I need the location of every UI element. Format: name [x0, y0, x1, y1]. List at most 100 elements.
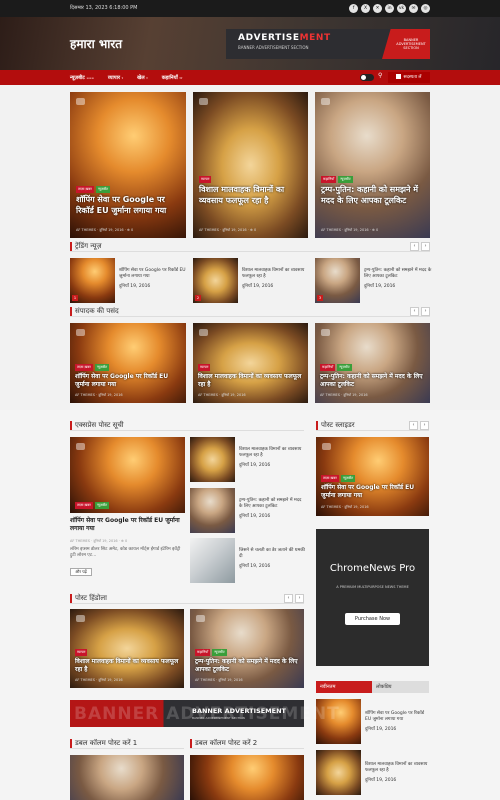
double-col-2-image[interactable]	[190, 755, 304, 800]
editor-card[interactable]: ताज़ा ख़बर न्यूज़बीट शॉपिंग सेवा पर Googl…	[70, 323, 186, 403]
category-tag[interactable]: न्यूज़बीट	[95, 186, 111, 193]
express-header: एक्सप्रेस पोस्ट सूची	[70, 421, 304, 431]
instagram-icon[interactable]: ◎	[421, 4, 430, 13]
nav-item-newsbeat[interactable]: न्यूज़बीट ≡≡≡	[70, 75, 94, 81]
tab-latest[interactable]: नवीनतम	[316, 681, 372, 693]
nav-item-stories[interactable]: कहानियाँ ▾▾	[162, 75, 183, 81]
x-twitter-icon[interactable]: X	[361, 4, 370, 13]
hero-card[interactable]: व्यापार विशाल मालवाहक विमानों का व्यवसाय…	[193, 92, 308, 238]
site-title[interactable]: हमारा भारत	[70, 35, 122, 52]
express-main-image[interactable]: ताज़ा ख़बर न्यूज़बीट	[70, 437, 185, 513]
category-tag[interactable]: ताज़ा ख़बर	[76, 186, 94, 193]
search-icon[interactable]: ⚲	[378, 72, 382, 79]
rank-badge: 1	[72, 295, 78, 301]
category-tag[interactable]: ताज़ा ख़बर	[321, 475, 339, 482]
category-tag[interactable]: ताज़ा ख़बर	[75, 502, 93, 509]
purchase-button[interactable]: Purchase Now	[345, 613, 400, 625]
hero-title[interactable]: विशाल मालवाहक विमानों का व्यवसाय फलफूल र…	[199, 184, 304, 206]
post-title[interactable]: ट्रम्प-पुतिन: कहानी को समझने में मदद के …	[364, 268, 432, 280]
subscribe-button[interactable]: सदस्यता लें	[388, 72, 430, 83]
excerpt-text: लॉरेम इप्सम डोलर सिट अमेट, कोड कायल मॉर्…	[70, 547, 181, 558]
carousel-card[interactable]: कहानियाँ न्यूज़बीट ट्रम्प-पुतिन: कहानी को…	[190, 609, 304, 688]
header-ad-banner[interactable]: ADVERTISEMENT BANNER ADVERTISEMENT SECTI…	[226, 29, 430, 59]
tab-list-item[interactable]: विशाल मालवाहक विमानों का व्यवसाय फलफूल र…	[316, 750, 429, 795]
post-title[interactable]: ट्रम्प-पुतिन: कहानी को समझने में मदद के …	[239, 498, 305, 510]
post-title[interactable]: शॉपिंग सेवा पर Google पर रिकॉर्ड EU जुर्…	[365, 711, 429, 723]
post-thumbnail[interactable]: 2	[193, 258, 238, 303]
mail-icon[interactable]: ✉	[409, 4, 418, 13]
post-thumbnail[interactable]	[190, 437, 235, 482]
post-thumbnail[interactable]: 3	[315, 258, 360, 303]
hero-card[interactable]: कहानियाँ न्यूज़बीट ट्रम्प-पुतिन: कहानी को…	[315, 92, 430, 238]
chromenews-ad[interactable]: ChromeNews Pro A PREMIUM MULTIPURPOSE NE…	[316, 529, 429, 666]
hero-card[interactable]: ताज़ा ख़बर न्यूज़बीट शॉपिंग सेवा पर Googl…	[70, 92, 186, 238]
hero-title[interactable]: ट्रम्प-पुतिन: कहानी को समझने में मदद के …	[321, 184, 426, 206]
editor-card[interactable]: व्यापार विशाल मालवाहक विमानों का व्यवसाय…	[193, 323, 308, 403]
category-tag[interactable]: न्यूज़बीट	[340, 475, 356, 482]
category-tag[interactable]: न्यूज़बीट	[94, 364, 110, 371]
trending-item[interactable]: 3 ट्रम्प-पुतिन: कहानी को समझने में मदद क…	[315, 258, 431, 303]
category-tag[interactable]: न्यूज़बीट	[94, 502, 110, 509]
camera-icon	[322, 443, 331, 450]
express-list-item[interactable]: विशाल मालवाहक विमानों का व्यवसाय फलफूल र…	[190, 437, 304, 482]
dark-mode-toggle[interactable]	[360, 74, 374, 81]
prev-arrow-icon[interactable]: ‹	[410, 242, 419, 251]
tab-popular[interactable]: लोकप्रिय	[372, 681, 429, 693]
post-title[interactable]: शॉपिंग सेवा पर Google पर रिकॉर्ड EU जुर्…	[119, 268, 187, 280]
next-arrow-icon[interactable]: ›	[295, 594, 304, 603]
post-thumbnail[interactable]	[190, 538, 235, 583]
next-arrow-icon[interactable]: ›	[421, 307, 430, 316]
inline-banner-ad[interactable]: BANNER ADVERTISEMENT BANNER ADVERTISEMEN…	[70, 700, 339, 727]
post-title[interactable]: ट्रम्प-पुतिन: कहानी को समझने में मदद के …	[320, 373, 426, 389]
linkedin-icon[interactable]: in	[385, 4, 394, 13]
prev-arrow-icon[interactable]: ‹	[409, 421, 418, 430]
post-thumbnail[interactable]: 1	[70, 258, 115, 303]
category-tag[interactable]: न्यूज़बीट	[337, 364, 352, 371]
post-title[interactable]: शॉपिंग सेवा पर Google पर रिकॉर्ड EU जुर्…	[75, 373, 181, 389]
nav-item-sports[interactable]: खेल ▾	[137, 75, 148, 81]
category-tag[interactable]: न्यूज़बीट	[212, 649, 227, 656]
post-title[interactable]: शॉपिंग सेवा पर Google पर रिकॉर्ड EU जुर्…	[321, 484, 425, 500]
facebook-icon[interactable]: f	[349, 4, 358, 13]
category-tag[interactable]: कहानियाँ	[321, 176, 337, 183]
next-arrow-icon[interactable]: ›	[420, 421, 429, 430]
post-title[interactable]: ट्रम्प-पुतिन: कहानी को समझने में मदद के …	[195, 658, 299, 674]
category-tag[interactable]: व्यापार	[198, 364, 211, 371]
post-title[interactable]: विशाल मालवाहक विमानों का व्यवसाय फलफूल र…	[198, 373, 304, 389]
category-tag[interactable]: ताज़ा ख़बर	[75, 364, 93, 371]
express-list-item[interactable]: ट्रम्प-पुतिन: कहानी को समझने में मदद के …	[190, 488, 304, 533]
category-tag[interactable]: कहानियाँ	[320, 364, 336, 371]
xing-icon[interactable]: ✕	[373, 4, 382, 13]
post-title[interactable]: विशाल मालवाहक विमानों का व्यवसाय फलफूल र…	[239, 447, 305, 459]
post-title[interactable]: विशाल मालवाहक विमानों का व्यवसाय फलफूल र…	[365, 762, 429, 774]
post-title[interactable]: विशाल मालवाहक विमानों का व्यवसाय फलफूल र…	[75, 658, 179, 674]
ad-title: ADVERTISEMENT	[238, 33, 331, 43]
camera-icon	[76, 98, 85, 105]
category-tag[interactable]: न्यूज़बीट	[338, 176, 353, 183]
post-thumbnail[interactable]	[190, 488, 235, 533]
trending-item[interactable]: 2 विशाल मालवाहक विमानों का व्यवसाय फलफूल…	[193, 258, 309, 303]
post-title[interactable]: जिसने से चलती का डेर जताने की धमकी दी	[239, 548, 305, 560]
express-main-title[interactable]: शॉपिंग सेवा पर Google पर रिकॉर्ड EU जुर्…	[70, 517, 185, 533]
post-title[interactable]: विशाल मालवाहक विमानों का व्यवसाय फलफूल र…	[242, 268, 310, 280]
editor-card[interactable]: कहानियाँ न्यूज़बीट ट्रम्प-पुतिन: कहानी को…	[315, 323, 430, 403]
slider-card[interactable]: ताज़ा ख़बर न्यूज़बीट शॉपिंग सेवा पर Googl…	[316, 437, 429, 516]
carousel-card[interactable]: व्यापार विशाल मालवाहक विमानों का व्यवसाय…	[70, 609, 184, 688]
prev-arrow-icon[interactable]: ‹	[410, 307, 419, 316]
express-list-item[interactable]: जिसने से चलती का डेर जताने की धमकी दी दु…	[190, 538, 305, 583]
hero-title[interactable]: शॉपिंग सेवा पर Google पर रिकॉर्ड EU जुर्…	[76, 194, 182, 216]
section-title: ट्रेंडिंग न्यूज़	[70, 242, 102, 251]
double-col-1-image[interactable]	[70, 755, 184, 800]
nav-item-business[interactable]: व्यापार ▾	[108, 75, 123, 81]
category-tag[interactable]: व्यापार	[199, 176, 212, 183]
vk-icon[interactable]: vk	[397, 4, 406, 13]
read-more-button[interactable]: और पढ़ें	[70, 568, 92, 576]
next-arrow-icon[interactable]: ›	[421, 242, 430, 251]
post-thumbnail[interactable]	[316, 750, 361, 795]
post-meta: AF THEMES · दुनियाँ 19, 2016 · ⊕ 0	[321, 228, 379, 232]
trending-item[interactable]: 1 शॉपिंग सेवा पर Google पर रिकॉर्ड EU जु…	[70, 258, 186, 303]
category-tag[interactable]: व्यापार	[75, 649, 88, 656]
section-title: पोस्ट हिंडोला	[70, 594, 107, 603]
category-tag[interactable]: कहानियाँ	[195, 649, 211, 656]
prev-arrow-icon[interactable]: ‹	[284, 594, 293, 603]
